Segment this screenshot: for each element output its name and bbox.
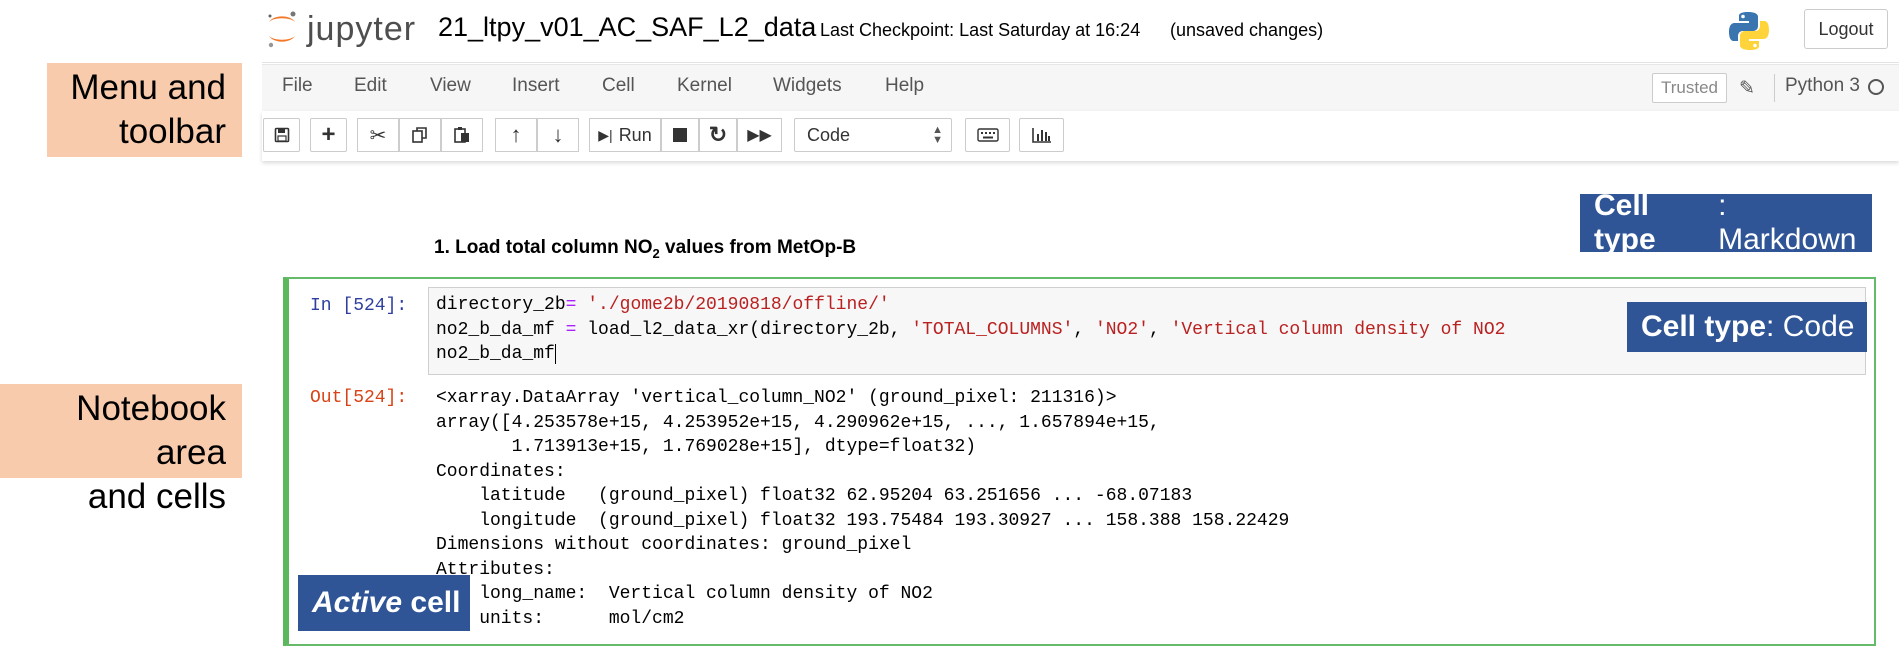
paste-icon (454, 127, 469, 143)
fast-forward-icon: ▶▶ (747, 127, 772, 144)
cell-output: <xarray.DataArray 'vertical_column_NO2' … (436, 386, 1289, 631)
code-string: 'Vertical column density of NO2 (1170, 319, 1506, 340)
save-icon (274, 127, 289, 143)
output-line: <xarray.DataArray 'vertical_column_NO2' … (436, 388, 1117, 408)
jupyter-logo-text: jupyter (307, 9, 417, 48)
logout-button[interactable]: Logout (1804, 9, 1888, 49)
copy-icon (412, 127, 427, 143)
menu-file[interactable]: File (282, 75, 313, 97)
output-line: Attributes: (436, 559, 555, 580)
output-line: units: mol/cm2 (436, 608, 685, 629)
edit-pencil-icon[interactable]: ✎ (1739, 77, 1755, 100)
markdown-heading-text: 1. Load total column NO (434, 237, 653, 258)
annotation-menu-toolbar: Menu and toolbar (47, 63, 242, 157)
paste-button[interactable] (441, 118, 483, 152)
menu-kernel[interactable]: Kernel (677, 75, 732, 97)
kernel-divider (1774, 74, 1775, 102)
restart-button[interactable]: ↻ (699, 118, 737, 152)
annotation-text: Active (312, 586, 403, 619)
save-button[interactable] (263, 118, 300, 152)
menu-help[interactable]: Help (885, 75, 924, 97)
restart-icon: ↻ (708, 122, 728, 147)
interrupt-button[interactable] (661, 118, 699, 152)
trusted-indicator[interactable]: Trusted (1652, 73, 1727, 103)
kernel-status-icon (1868, 79, 1884, 95)
code-operator: = (565, 295, 577, 315)
markdown-heading-subscript: 2 (652, 245, 660, 261)
annotation-text: Notebook area (76, 389, 226, 472)
restart-run-all-button[interactable]: ▶▶ (737, 118, 782, 152)
code-token: load_l2_data_xr(directory_2b, (576, 319, 912, 340)
notebook-title[interactable]: 21_ltpy_v01_AC_SAF_L2_data (438, 12, 816, 43)
menu-widgets[interactable]: Widgets (773, 75, 842, 97)
annotation-active-cell: Active cell (298, 575, 470, 631)
checkpoint-status: Last Checkpoint: Last Saturday at 16:24 (820, 20, 1141, 40)
annotation-cell-type-markdown: Cell type : Markdown (1580, 189, 1872, 256)
code-token: no2_b_da_mf (436, 319, 566, 340)
output-line: array([4.253578e+15, 4.253952e+15, 4.290… (436, 412, 1160, 433)
kernel-name[interactable]: Python 3 (1785, 75, 1860, 97)
input-prompt: In [524]: (310, 296, 408, 316)
annotation-text: Menu and (70, 68, 226, 107)
output-line: longitude (ground_pixel) float32 193.754… (436, 510, 1290, 531)
jupyter-logo[interactable]: jupyter (265, 9, 416, 49)
copy-button[interactable] (399, 118, 441, 152)
unsaved-status: (unsaved changes) (1170, 20, 1324, 40)
stop-icon (673, 128, 687, 142)
code-editor[interactable]: directory_2b= './gome2b/20190818/offline… (436, 293, 1505, 367)
insert-cell-button[interactable]: + (310, 118, 347, 152)
jupyter-logo-icon (268, 11, 296, 48)
move-up-button[interactable]: ↑ (495, 118, 537, 152)
code-token: , (1148, 319, 1171, 340)
annotation-notebook-area: Notebook area and cells (0, 384, 242, 516)
cell-type-value: Code (807, 124, 851, 145)
cut-icon: ✂ (369, 124, 387, 147)
code-string: 'NO2' (1094, 319, 1149, 340)
code-string: './gome2b/20190818/offline/' (576, 295, 890, 315)
chart-button[interactable] (1019, 118, 1064, 152)
markdown-heading-text-end: values from MetOp-B (659, 237, 857, 258)
select-arrows-icon: ▲ ▼ (932, 124, 943, 146)
output-line: Dimensions without coordinates: ground_p… (436, 535, 912, 555)
arrow-up-icon: ↑ (510, 122, 522, 147)
annotation-cell-type-code: Cell type: Code (1627, 302, 1867, 352)
code-token: , (1073, 319, 1095, 340)
python-logo-icon (1728, 10, 1770, 52)
text-cursor (554, 344, 556, 364)
code-string: 'TOTAL_COLUMNS' (911, 319, 1074, 340)
output-line: Coordinates: (436, 461, 566, 482)
annotation-text: Cell type (1641, 310, 1767, 343)
output-line: latitude (ground_pixel) float32 62.95204… (436, 486, 1193, 506)
keyboard-icon (976, 128, 999, 142)
output-line: 1.713913e+15, 1.769028e+15], dtype=float… (436, 437, 977, 457)
menu-edit[interactable]: Edit (354, 75, 387, 97)
cell-type-select[interactable]: Code ▲ ▼ (794, 118, 952, 152)
command-palette-button[interactable] (965, 118, 1010, 152)
output-line: long_name: Vertical column density of NO… (436, 584, 933, 604)
plus-icon: + (321, 121, 336, 148)
run-button[interactable]: ▶| Run (589, 118, 661, 152)
code-token: directory_2b (436, 295, 566, 315)
menu-insert[interactable]: Insert (512, 75, 560, 97)
move-down-button[interactable]: ↓ (537, 118, 579, 152)
code-operator: = (565, 319, 577, 340)
run-icon: ▶| (598, 126, 613, 143)
arrow-down-icon: ↓ (552, 122, 564, 147)
annotation-text: cell (402, 586, 461, 619)
annotation-text: toolbar (118, 112, 226, 151)
code-token: no2_b_da_mf (436, 344, 555, 364)
output-prompt: Out[524]: (310, 388, 408, 408)
annotation-text: : Markdown (1718, 189, 1857, 256)
annotation-text: : Code (1766, 310, 1855, 343)
markdown-heading: 1. Load total column NO2 values from Met… (434, 237, 856, 261)
menu-cell[interactable]: Cell (602, 75, 635, 97)
run-label: Run (618, 124, 652, 145)
menu-view[interactable]: View (430, 75, 471, 97)
cut-button[interactable]: ✂ (357, 118, 399, 152)
bar-chart-icon (1031, 128, 1051, 143)
annotation-text: Cell type (1594, 189, 1656, 256)
annotation-text: and cells (87, 477, 226, 516)
